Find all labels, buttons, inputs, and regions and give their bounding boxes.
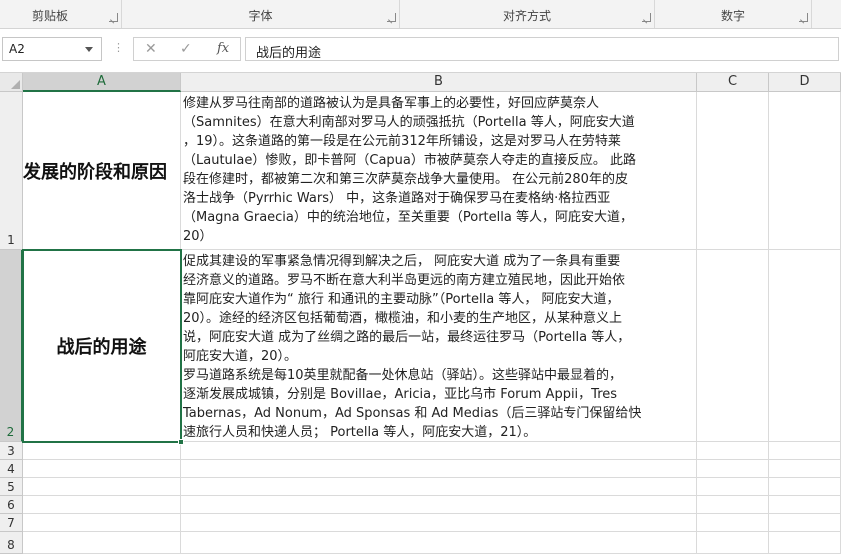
cell-d8[interactable] (769, 532, 841, 554)
formula-bar: A2 ⋮ ✕ ✓ fx 战后的用途 (0, 29, 841, 73)
cell-a3[interactable] (23, 442, 181, 460)
ribbon-group-number-label: 数字 (720, 9, 745, 23)
column-header-c[interactable]: C (697, 73, 769, 92)
select-all-button[interactable] (0, 73, 23, 92)
cell-b8[interactable] (181, 532, 697, 554)
select-all-icon (11, 80, 20, 89)
cell-text-line: 罗马道路系统是每10英里就配备一处休息站（驿站）。这些驿站中最显着的， (183, 368, 623, 383)
cell-d7[interactable] (769, 514, 841, 532)
row-header-3[interactable]: 3 (0, 442, 23, 460)
cell-text-line: 促成其建设的军事紧急情况得到解决之后， 阿庇安大道 成为了一条具有重要 (183, 254, 621, 269)
cell-d4[interactable] (769, 460, 841, 478)
cell-d5[interactable] (769, 478, 841, 496)
cell-c3[interactable] (697, 442, 769, 460)
row-header-6[interactable]: 6 (0, 496, 23, 514)
cell-b2[interactable]: 促成其建设的军事紧急情况得到解决之后， 阿庇安大道 成为了一条具有重要 经济意义的… (181, 250, 697, 442)
formula-buttons: ✕ ✓ fx (133, 37, 241, 61)
cell-text-line: （Magna Graecia）中的统治地位，至关重要（Portella 等人，阿… (183, 210, 633, 225)
row-header-7[interactable]: 7 (0, 514, 23, 532)
cell-d2[interactable] (769, 250, 841, 442)
cell-text-line: 20） (183, 229, 213, 244)
cell-c8[interactable] (697, 532, 769, 554)
insert-function-icon[interactable]: fx (217, 41, 229, 56)
row-header-1-label: 1 (7, 233, 15, 247)
cell-c5[interactable] (697, 478, 769, 496)
ribbon-group-clipboard: 剪贴板 (0, 0, 122, 28)
cell-a4[interactable] (23, 460, 181, 478)
name-box-dropdown-icon[interactable] (85, 47, 93, 52)
cell-text-line: 20）。途经的经济区包括葡萄酒，橄榄油，和小麦的生产地区，从某种意义上 (183, 311, 623, 326)
worksheet-grid: A B C D 1 2 3 4 5 6 7 8 发展的阶段和原因 修建从罗马往南… (0, 73, 841, 554)
cell-c4[interactable] (697, 460, 769, 478)
ribbon-group-clipboard-label: 剪贴板 (31, 9, 68, 23)
cell-text-line: Tabernas，Ad Nonum，Ad Sponsas 和 Ad Medias… (183, 406, 642, 421)
row-header-1[interactable]: 1 (0, 92, 23, 250)
row-header-8-label: 8 (7, 538, 15, 552)
row-header-5[interactable]: 5 (0, 478, 23, 496)
formula-bar-separator-icon: ⋮ (113, 41, 124, 54)
number-dialog-launcher-icon[interactable] (799, 13, 808, 22)
cell-text-line: 逐渐发展成城镇，分别是 Bovillae，Aricia，亚比乌市 Forum A… (183, 387, 618, 402)
column-header-b[interactable]: B (181, 73, 697, 92)
cell-c7[interactable] (697, 514, 769, 532)
cell-a5[interactable] (23, 478, 181, 496)
cell-b4[interactable] (181, 460, 697, 478)
enter-icon[interactable]: ✓ (180, 41, 192, 57)
cell-d1[interactable] (769, 92, 841, 250)
cell-d3[interactable] (769, 442, 841, 460)
cell-text-line: 段在修建时，都被第二次和第三次萨莫奈战争大量使用。 在公元前280年的皮 (183, 172, 628, 187)
cell-text-line: （Lautulae）惨败，即卡普阿（Capua）市被萨莫奈人夺走的直接反应。 此… (183, 153, 636, 168)
cell-text-line: （Samnites）在意大利南部对罗马人的顽强抵抗（Portella 等人，阿庇… (183, 115, 635, 130)
ribbon-group-alignment-label: 对齐方式 (502, 9, 551, 23)
cell-b1[interactable]: 修建从罗马往南部的道路被认为是具备军事上的必要性，好回应萨莫奈人 （Samnite… (181, 92, 697, 250)
row-header-3-label: 3 (7, 444, 15, 458)
row-header-2[interactable]: 2 (0, 250, 23, 442)
column-header-a[interactable]: A (23, 73, 181, 92)
cell-b5[interactable] (181, 478, 697, 496)
cell-b6[interactable] (181, 496, 697, 514)
cell-b7[interactable] (181, 514, 697, 532)
row-header-4[interactable]: 4 (0, 460, 23, 478)
formula-input[interactable]: 战后的用途 (245, 37, 839, 61)
cancel-icon[interactable]: ✕ (145, 41, 157, 57)
cell-text-line: 说，阿庇安大道 成为了丝绸之路的最后一站，最终运往罗马（Portella 等人， (183, 330, 631, 345)
ribbon-group-number: 数字 (655, 0, 812, 28)
cell-a7[interactable] (23, 514, 181, 532)
cell-a2[interactable]: 战后的用途 (23, 250, 181, 442)
clipboard-dialog-launcher-icon[interactable] (109, 13, 118, 22)
ribbon-group-font: 字体 (122, 0, 400, 28)
row-header-5-label: 5 (7, 480, 15, 494)
cell-a1[interactable]: 发展的阶段和原因 (23, 92, 181, 250)
fill-handle[interactable] (178, 439, 184, 445)
ribbon-group-font-label: 字体 (248, 9, 273, 23)
cell-text-line: 阿庇安大道，20）。 (183, 349, 298, 364)
cell-text-line: ，19）。这条道路的第一段是在公元前312年所铺设，这是对罗马人在劳特莱 (183, 134, 621, 149)
cell-c6[interactable] (697, 496, 769, 514)
alignment-dialog-launcher-icon[interactable] (642, 13, 651, 22)
cell-text-line: 经济意义的道路。罗马不断在意大利半岛更远的南方建立殖民地，因此开始依 (183, 273, 626, 288)
cell-a8[interactable] (23, 532, 181, 554)
font-dialog-launcher-icon[interactable] (387, 13, 396, 22)
ribbon-group-bar: 剪贴板 字体 对齐方式 数字 (0, 0, 841, 29)
cell-text-line: 靠阿庇安大道作为“ 旅行 和通讯的主要动脉”（Portella 等人， 阿庇安大… (183, 292, 620, 307)
row-header-6-label: 6 (7, 498, 15, 512)
cell-b3[interactable] (181, 442, 697, 460)
row-header-8[interactable]: 8 (0, 532, 23, 554)
row-header-7-label: 7 (7, 516, 15, 530)
cell-a6[interactable] (23, 496, 181, 514)
cell-c1[interactable] (697, 92, 769, 250)
row-header-2-label: 2 (6, 425, 15, 439)
cell-text-line: 修建从罗马往南部的道路被认为是具备军事上的必要性，好回应萨莫奈人 (183, 96, 600, 111)
ribbon-group-alignment: 对齐方式 (400, 0, 655, 28)
cell-text-line: 洛士战争（Pyrrhic Wars） 中，这条道路对于确保罗马在麦格纳·格拉西亚 (183, 191, 611, 206)
cell-c2[interactable] (697, 250, 769, 442)
row-header-4-label: 4 (7, 462, 15, 476)
column-header-d[interactable]: D (769, 73, 841, 92)
cell-text-line: 速旅行人员和快递人员； Portella 等人，阿庇安大道，21）。 (183, 425, 537, 440)
cell-d6[interactable] (769, 496, 841, 514)
